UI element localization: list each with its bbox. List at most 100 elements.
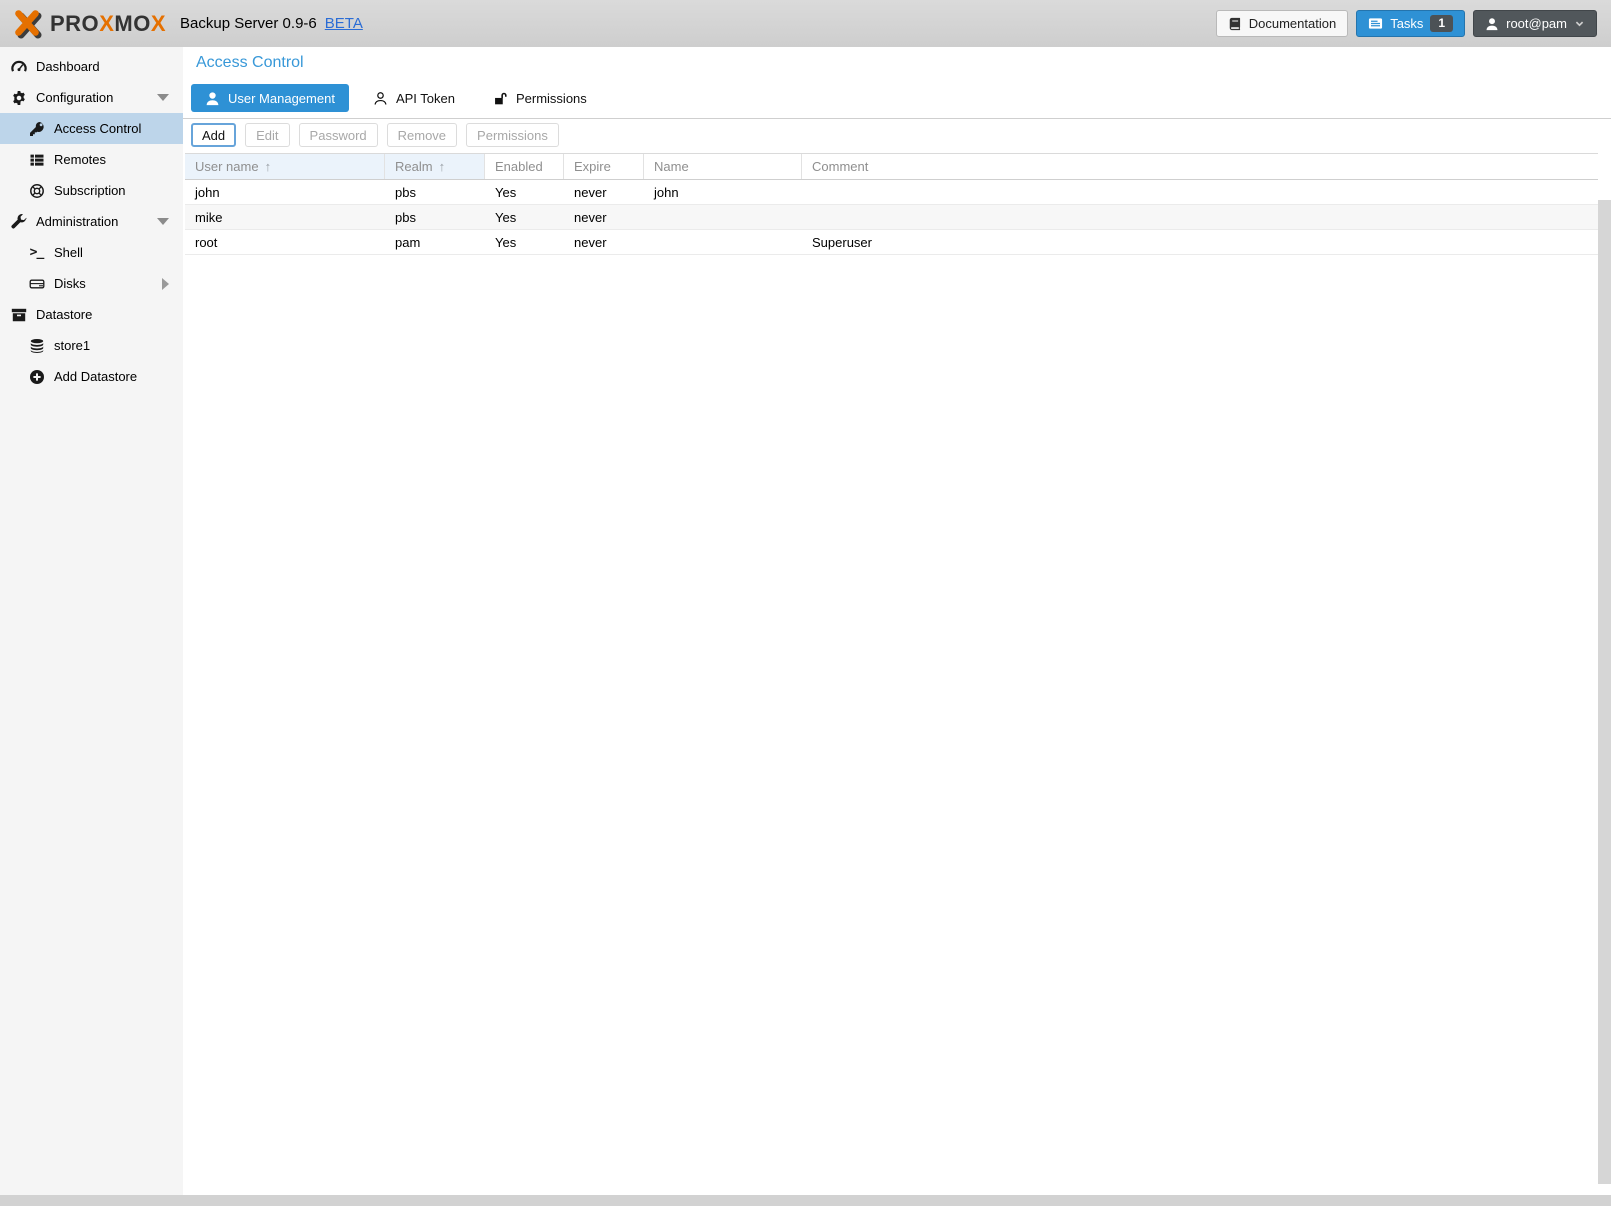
- vertical-scrollbar[interactable]: [1598, 200, 1611, 1184]
- sidebar-item-access-control[interactable]: Access Control: [0, 113, 183, 144]
- main-panel: Access Control User Management API Token P…: [183, 47, 1611, 1195]
- column-header-label: Comment: [812, 159, 868, 174]
- sidebar-item-label: Access Control: [54, 121, 141, 136]
- sidebar-item-label: Datastore: [36, 307, 92, 322]
- cell-user-name: mike: [185, 205, 385, 229]
- sidebar-item-shell[interactable]: >_ Shell: [0, 237, 183, 268]
- top-header-bar: PROXMOX Backup Server 0.9-6 BETA Documen…: [0, 0, 1611, 47]
- user-menu-label: root@pam: [1506, 16, 1567, 31]
- sidebar-item-disks[interactable]: Disks: [0, 268, 183, 299]
- column-header-label: User name: [195, 159, 259, 174]
- sidebar-item-label: Dashboard: [36, 59, 100, 74]
- logo-segment: MO: [114, 11, 150, 36]
- chevron-right-icon[interactable]: [162, 278, 169, 290]
- plus-circle-icon: [28, 368, 45, 385]
- column-header-label: Enabled: [495, 159, 543, 174]
- tab-api-token[interactable]: API Token: [359, 84, 469, 112]
- users-grid: User name ↑ Realm↑ Enabled Expire Name Comment…: [185, 153, 1598, 255]
- sidebar-item-store1[interactable]: store1: [0, 330, 183, 361]
- tasks-count-badge: 1: [1430, 15, 1453, 32]
- cell-enabled: Yes: [485, 230, 564, 254]
- column-header-realm[interactable]: Realm↑: [385, 154, 485, 179]
- add-button[interactable]: Add: [191, 123, 236, 147]
- list-icon: [28, 151, 45, 168]
- sidebar-item-datastore[interactable]: Datastore: [0, 299, 183, 330]
- cell-realm: pbs: [385, 205, 485, 229]
- tab-bar: User Management API Token Permissions: [191, 84, 601, 112]
- cell-realm: pam: [385, 230, 485, 254]
- sidebar-item-remotes[interactable]: Remotes: [0, 144, 183, 175]
- user-icon: [1485, 17, 1499, 31]
- grid-body: johnpbsYesneverjohnmikepbsYesneverrootpa…: [185, 180, 1598, 255]
- archive-icon: [10, 306, 27, 323]
- documentation-button[interactable]: Documentation: [1216, 10, 1348, 37]
- product-title: Backup Server 0.9-6: [180, 15, 317, 32]
- user-menu-button[interactable]: root@pam: [1473, 10, 1597, 37]
- sort-asc-icon: ↑: [265, 159, 272, 174]
- pbs-app: PROXMOX Backup Server 0.9-6 BETA Documen…: [0, 0, 1611, 1206]
- cell-name: john: [644, 180, 802, 204]
- table-row-mike[interactable]: mikepbsYesnever: [185, 205, 1598, 230]
- password-button: Password: [299, 123, 378, 147]
- cell-user-name: john: [185, 180, 385, 204]
- proxmox-logo: PROXMOX: [12, 8, 166, 40]
- chevron-down-icon[interactable]: [157, 218, 169, 225]
- cell-user-name: root: [185, 230, 385, 254]
- sidebar-item-label: Subscription: [54, 183, 126, 198]
- page-title: Access Control: [196, 54, 304, 72]
- sidebar-item-subscription[interactable]: Subscription: [0, 175, 183, 206]
- unlock-icon: [493, 91, 508, 106]
- chevron-down-icon: [1574, 18, 1585, 29]
- tasks-label: Tasks: [1390, 16, 1423, 31]
- sidebar-item-configuration[interactable]: Configuration: [0, 82, 183, 113]
- sidebar-item-label: Administration: [36, 214, 118, 229]
- tasks-button[interactable]: Tasks 1: [1356, 10, 1465, 37]
- sidebar-item-label: Shell: [54, 245, 83, 260]
- hdd-icon: [28, 275, 45, 292]
- sidebar-item-label: Remotes: [54, 152, 106, 167]
- column-header-enabled[interactable]: Enabled: [485, 154, 564, 179]
- cell-comment: Superuser: [802, 230, 1598, 254]
- tab-label: API Token: [396, 91, 455, 106]
- cell-comment: [802, 180, 1598, 204]
- sidebar-item-dashboard[interactable]: Dashboard: [0, 51, 183, 82]
- sidebar-item-administration[interactable]: Administration: [0, 206, 183, 237]
- tab-permissions[interactable]: Permissions: [479, 84, 601, 112]
- gears-icon: [10, 89, 27, 106]
- book-icon: [1228, 17, 1242, 31]
- column-header-comment[interactable]: Comment: [802, 154, 1598, 179]
- sidebar-item-label: store1: [54, 338, 90, 353]
- column-header-expire[interactable]: Expire: [564, 154, 644, 179]
- sidebar-item-add-datastore[interactable]: Add Datastore: [0, 361, 183, 392]
- tab-divider: [183, 118, 1611, 119]
- sidebar-nav: Dashboard Configuration Access Control Remo…: [0, 47, 183, 1195]
- permissions-button: Permissions: [466, 123, 559, 147]
- terminal-icon: >_: [28, 244, 45, 261]
- proxmox-x-icon: [12, 8, 44, 40]
- cell-comment: [802, 205, 1598, 229]
- database-icon: [28, 337, 45, 354]
- window-bottom-edge: [0, 1195, 1611, 1206]
- column-header-name[interactable]: Name: [644, 154, 802, 179]
- cell-expire: never: [564, 230, 644, 254]
- chevron-down-icon[interactable]: [157, 94, 169, 101]
- logo-segment: X: [99, 11, 114, 36]
- cell-name: [644, 230, 802, 254]
- sidebar-item-label: Configuration: [36, 90, 113, 105]
- table-row-root[interactable]: rootpamYesnever Superuser: [185, 230, 1598, 255]
- remove-button: Remove: [387, 123, 457, 147]
- wrench-icon: [10, 213, 27, 230]
- column-header-label: Realm: [395, 159, 433, 174]
- cell-expire: never: [564, 180, 644, 204]
- table-row-john[interactable]: johnpbsYesneverjohn: [185, 180, 1598, 205]
- documentation-label: Documentation: [1249, 16, 1336, 31]
- column-header-label: Name: [654, 159, 689, 174]
- beta-link[interactable]: BETA: [325, 15, 363, 32]
- sidebar-item-label: Add Datastore: [54, 369, 137, 384]
- sidebar-item-label: Disks: [54, 276, 86, 291]
- tab-user-management[interactable]: User Management: [191, 84, 349, 112]
- task-list-icon: [1368, 16, 1383, 31]
- cell-expire: never: [564, 205, 644, 229]
- cell-name: [644, 205, 802, 229]
- column-header-user-name[interactable]: User name ↑: [185, 154, 385, 179]
